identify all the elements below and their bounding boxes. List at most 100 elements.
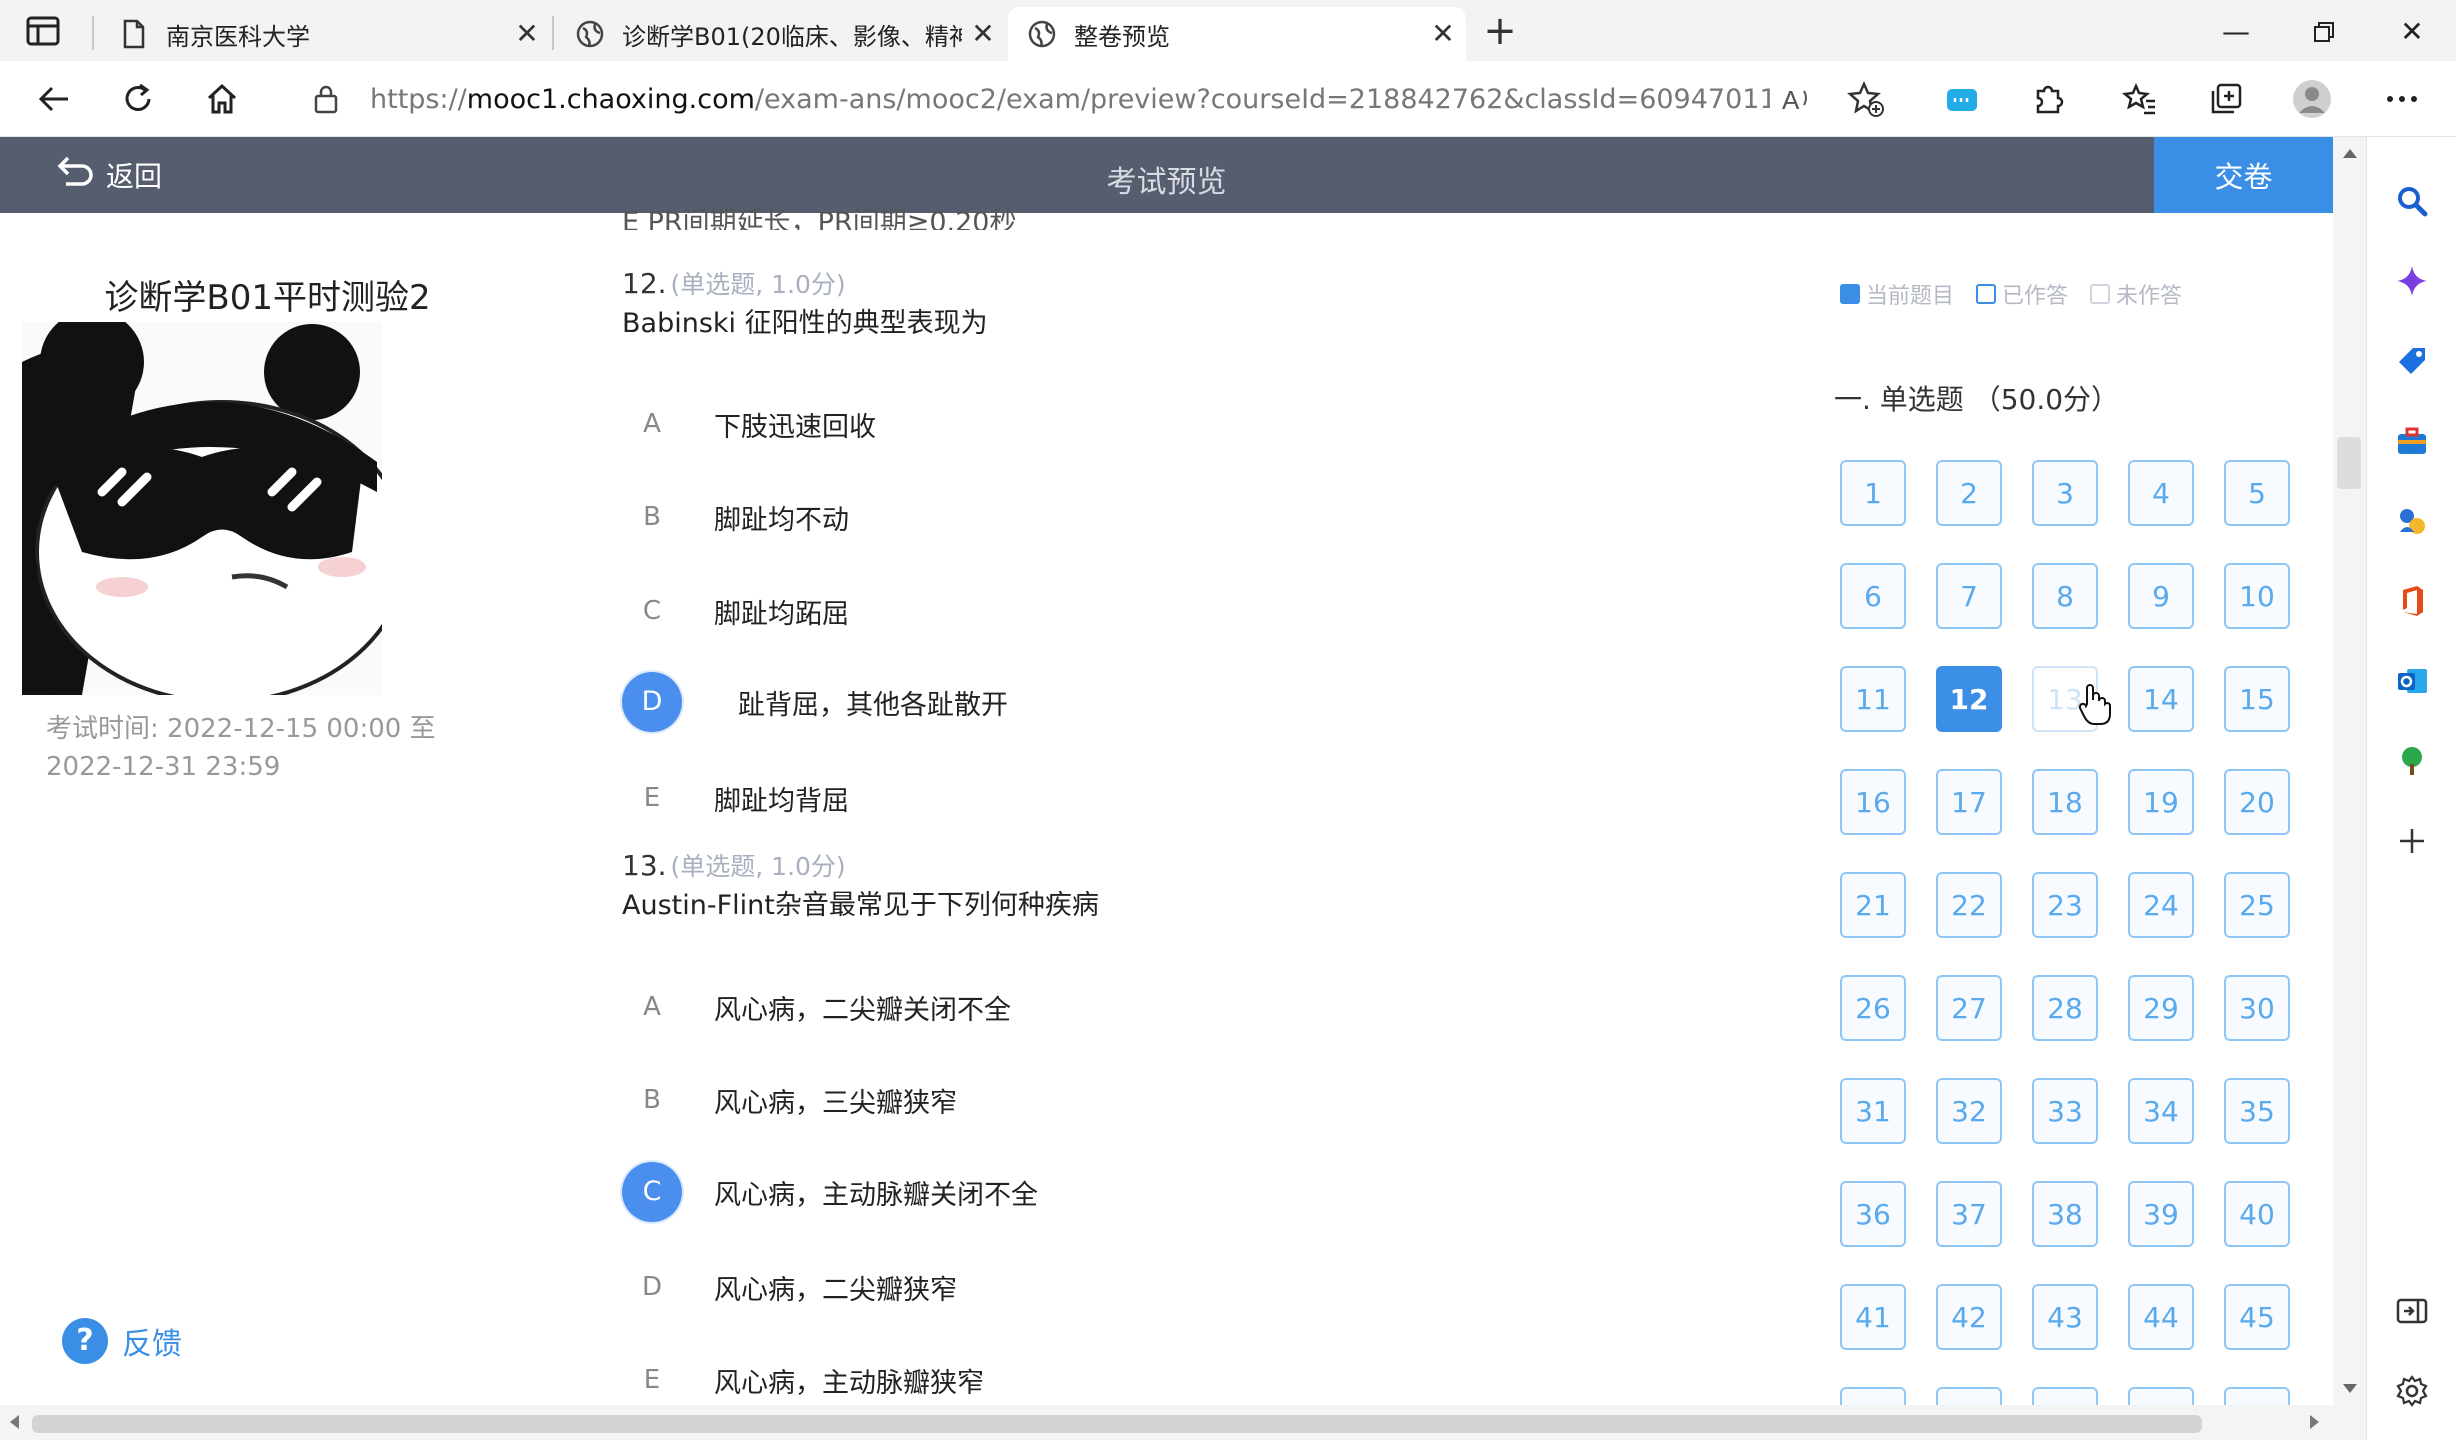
- option-12-e[interactable]: E 脚趾均背屈: [622, 768, 849, 828]
- feedback-button[interactable]: ? 反馈: [62, 1316, 182, 1366]
- question-number-button-41[interactable]: 41: [1840, 1284, 1906, 1350]
- question-number-button-17[interactable]: 17: [1936, 769, 2002, 835]
- tab-close-icon[interactable]: ✕: [968, 19, 998, 49]
- question-number-button-18[interactable]: 18: [2032, 769, 2098, 835]
- question-number-button-16[interactable]: 16: [1840, 769, 1906, 835]
- office-icon[interactable]: [2388, 577, 2436, 625]
- tools-briefcase-icon[interactable]: [2388, 417, 2436, 465]
- question-number-button-40[interactable]: 40: [2224, 1181, 2290, 1247]
- question-number-button-35[interactable]: 35: [2224, 1078, 2290, 1144]
- vertical-scrollbar[interactable]: [2333, 137, 2366, 1405]
- option-13-d[interactable]: D 风心病，二尖瓣狭窄: [622, 1257, 957, 1317]
- shopping-tag-icon[interactable]: [2388, 337, 2436, 385]
- question-number-button-3[interactable]: 3: [2032, 460, 2098, 526]
- question-number-button-49[interactable]: 49: [2128, 1387, 2194, 1405]
- question-number-button-9[interactable]: 9: [2128, 563, 2194, 629]
- question-number-button-23[interactable]: 23: [2032, 872, 2098, 938]
- question-number-button-37[interactable]: 37: [1936, 1181, 2002, 1247]
- collections-icon[interactable]: [2202, 75, 2250, 123]
- scroll-left-arrow-icon[interactable]: [10, 1415, 19, 1429]
- option-12-b[interactable]: B 脚趾均不动: [622, 487, 849, 547]
- question-number-button-29[interactable]: 29: [2128, 975, 2194, 1041]
- question-number-button-50[interactable]: 50: [2224, 1387, 2290, 1405]
- question-number-button-15[interactable]: 15: [2224, 666, 2290, 732]
- question-number-button-24[interactable]: 24: [2128, 872, 2194, 938]
- question-number-button-28[interactable]: 28: [2032, 975, 2098, 1041]
- tab-close-icon[interactable]: ✕: [512, 19, 542, 49]
- question-number-button-45[interactable]: 45: [2224, 1284, 2290, 1350]
- question-number-button-30[interactable]: 30: [2224, 975, 2290, 1041]
- question-number-button-39[interactable]: 39: [2128, 1181, 2194, 1247]
- question-number-button-1[interactable]: 1: [1840, 460, 1906, 526]
- tab-exam-preview[interactable]: 整卷预览 ✕: [1008, 7, 1466, 61]
- close-window-icon[interactable]: ✕: [2392, 12, 2432, 52]
- horizontal-scrollbar[interactable]: [0, 1405, 2366, 1440]
- scroll-down-arrow-icon[interactable]: [2343, 1384, 2357, 1393]
- question-number-button-14[interactable]: 14: [2128, 666, 2194, 732]
- option-13-c-selected[interactable]: C 风心病，主动脉瓣关闭不全: [622, 1162, 1038, 1222]
- question-number-button-31[interactable]: 31: [1840, 1078, 1906, 1144]
- question-number-button-26[interactable]: 26: [1840, 975, 1906, 1041]
- option-12-c[interactable]: C 脚趾均跖屈: [622, 581, 849, 641]
- scroll-right-arrow-icon[interactable]: [2310, 1415, 2319, 1429]
- horizontal-scroll-thumb[interactable]: [32, 1415, 2202, 1433]
- question-number-button-27[interactable]: 27: [1936, 975, 2002, 1041]
- question-number-button-32[interactable]: 32: [1936, 1078, 2002, 1144]
- add-icon[interactable]: [2388, 817, 2436, 865]
- question-number-button-34[interactable]: 34: [2128, 1078, 2194, 1144]
- question-number-button-48[interactable]: 48: [2032, 1387, 2098, 1405]
- question-number-button-36[interactable]: 36: [1840, 1181, 1906, 1247]
- question-number-button-21[interactable]: 21: [1840, 872, 1906, 938]
- scroll-up-arrow-icon[interactable]: [2343, 149, 2357, 158]
- question-number-button-42[interactable]: 42: [1936, 1284, 2002, 1350]
- question-number-button-25[interactable]: 25: [2224, 872, 2290, 938]
- copilot-sparkle-icon[interactable]: [2388, 257, 2436, 305]
- question-number-button-33[interactable]: 33: [2032, 1078, 2098, 1144]
- question-number-button-47[interactable]: 47: [1936, 1387, 2002, 1405]
- lock-icon[interactable]: [302, 75, 350, 123]
- question-number-button-44[interactable]: 44: [2128, 1284, 2194, 1350]
- read-aloud-icon[interactable]: A: [1772, 75, 1820, 123]
- question-number-button-12[interactable]: 12: [1936, 666, 2002, 732]
- question-number-button-4[interactable]: 4: [2128, 460, 2194, 526]
- address-bar[interactable]: https://mooc1.chaoxing.com/exam-ans/mooc…: [370, 81, 1770, 119]
- add-favorite-icon[interactable]: [1842, 75, 1890, 123]
- new-tab-icon[interactable]: +: [1480, 11, 1520, 51]
- submit-exam-button[interactable]: 交卷: [2154, 137, 2333, 213]
- option-13-e[interactable]: E 风心病，主动脉瓣狭窄: [622, 1350, 984, 1410]
- minimize-icon[interactable]: —: [2216, 12, 2256, 52]
- question-number-button-2[interactable]: 2: [1936, 460, 2002, 526]
- search-icon[interactable]: [2388, 177, 2436, 225]
- tree-icon[interactable]: [2388, 737, 2436, 785]
- more-menu-icon[interactable]: [2378, 75, 2426, 123]
- question-number-button-7[interactable]: 7: [1936, 563, 2002, 629]
- question-number-button-38[interactable]: 38: [2032, 1181, 2098, 1247]
- extension-bilibili-icon[interactable]: [1938, 75, 1986, 123]
- back-arrow-icon[interactable]: [30, 75, 78, 123]
- tab-actions-icon[interactable]: [22, 14, 66, 50]
- option-13-b[interactable]: B 风心病，三尖瓣狭窄: [622, 1070, 957, 1130]
- option-12-a[interactable]: A 下肢迅速回收: [622, 394, 876, 454]
- question-number-button-8[interactable]: 8: [2032, 563, 2098, 629]
- refresh-icon[interactable]: [114, 75, 162, 123]
- question-number-button-5[interactable]: 5: [2224, 460, 2290, 526]
- question-number-button-20[interactable]: 20: [2224, 769, 2290, 835]
- question-number-button-10[interactable]: 10: [2224, 563, 2290, 629]
- tab-close-icon[interactable]: ✕: [1428, 19, 1458, 49]
- games-icon[interactable]: [2388, 497, 2436, 545]
- extensions-puzzle-icon[interactable]: [2024, 75, 2072, 123]
- restore-icon[interactable]: [2304, 12, 2344, 52]
- home-icon[interactable]: [198, 75, 246, 123]
- hide-sidebar-icon[interactable]: [2388, 1287, 2436, 1335]
- question-number-button-46[interactable]: 46: [1840, 1387, 1906, 1405]
- option-13-a[interactable]: A 风心病，二尖瓣关闭不全: [622, 977, 1011, 1037]
- profile-avatar-icon[interactable]: [2288, 75, 2336, 123]
- question-number-button-19[interactable]: 19: [2128, 769, 2194, 835]
- question-number-button-22[interactable]: 22: [1936, 872, 2002, 938]
- tab-nanjing[interactable]: 南京医科大学 ✕: [100, 7, 550, 61]
- favorites-icon[interactable]: [2116, 75, 2164, 123]
- question-number-button-6[interactable]: 6: [1840, 563, 1906, 629]
- tab-diagnostics-course[interactable]: 诊断学B01(20临床、影像、精神… ✕: [556, 7, 1006, 61]
- question-number-button-11[interactable]: 11: [1840, 666, 1906, 732]
- vertical-scroll-thumb[interactable]: [2337, 437, 2361, 489]
